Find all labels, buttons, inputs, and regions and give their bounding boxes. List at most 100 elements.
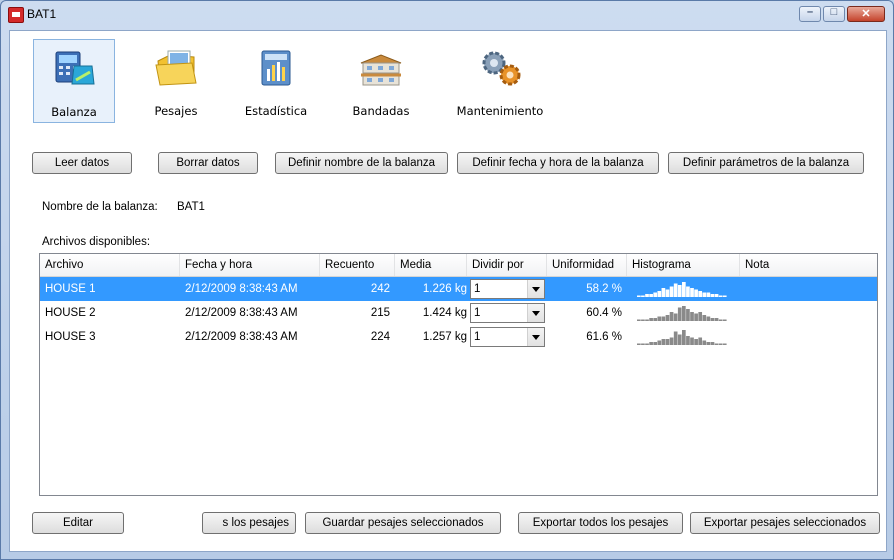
histogram-bar [682, 282, 686, 297]
column-header-histograma[interactable]: Histograma [627, 254, 740, 276]
histogram-bar [706, 316, 711, 321]
column-header-media[interactable]: Media [395, 254, 467, 276]
title-bar[interactable]: BAT1 – □ ✕ [1, 1, 893, 29]
divide-by-dropdown[interactable]: 1 [470, 303, 545, 323]
set-scale-datetime-button[interactable]: Definir fecha y hora de la balanza [457, 152, 659, 174]
histogram-bar [661, 316, 666, 321]
cell-archivo: HOUSE 3 [45, 331, 96, 343]
column-header-recuento[interactable]: Recuento [320, 254, 395, 276]
barn-icon [360, 54, 402, 86]
histogram-bar [694, 339, 698, 345]
column-header-uniformidad[interactable]: Uniformidad [547, 254, 627, 276]
histogram-bar [637, 295, 641, 297]
toolbar-label: Bandadas [352, 104, 410, 118]
files-table[interactable]: Archivo Fecha y hora Recuento Media Divi… [39, 253, 878, 496]
toolbar-bandadas[interactable]: Bandadas [340, 39, 422, 123]
histogram-bar [710, 318, 715, 321]
erase-data-button[interactable]: Borrar datos [158, 152, 258, 174]
toolbar-balanza[interactable]: Balanza [33, 39, 115, 123]
export-selected-weighings-button[interactable]: Exportar pesajes seleccionados [690, 512, 880, 534]
histogram-bar [661, 339, 666, 345]
set-scale-params-button[interactable]: Definir parámetros de la balanza [668, 152, 864, 174]
histogram-bar [649, 294, 653, 297]
export-all-weighings-button[interactable]: Exportar todos los pesajes [518, 512, 683, 534]
histogram-bar [690, 288, 694, 297]
set-scale-name-button[interactable]: Definir nombre de la balanza [275, 152, 448, 174]
histogram-bar [714, 294, 719, 297]
table-row[interactable]: HOUSE 3 2/12/2009 8:38:43 AM 224 1.257 k… [40, 325, 877, 349]
cell-recuento: 224 [370, 331, 390, 343]
divide-by-dropdown[interactable]: 1 [470, 279, 545, 299]
gears-icon [482, 51, 521, 86]
histogram-bar [641, 295, 645, 297]
histogram-bar [673, 331, 678, 345]
histogram-bar [686, 336, 690, 345]
toolbar-estadistica[interactable]: Estadística [235, 39, 317, 123]
histogram-bar [669, 337, 674, 345]
scale-name-value: BAT1 [177, 201, 205, 213]
cell-media: 1.257 kg [422, 331, 467, 343]
histogram-bar [722, 319, 727, 321]
histogram-bar [698, 337, 703, 345]
histogram-sparkline [637, 306, 727, 321]
chevron-down-icon[interactable] [527, 328, 544, 346]
histogram-bar [677, 307, 682, 321]
read-data-button[interactable]: Leer datos [32, 152, 132, 174]
column-header-nota[interactable]: Nota [740, 254, 877, 276]
column-header-archivo[interactable]: Archivo [40, 254, 180, 276]
column-header-fecha[interactable]: Fecha y hora [180, 254, 320, 276]
histogram-bar [698, 312, 703, 321]
histogram-bar [669, 312, 674, 321]
histogram-bar [637, 319, 641, 321]
cell-archivo: HOUSE 2 [45, 307, 96, 319]
cell-archivo: HOUSE 1 [45, 283, 96, 295]
cell-nota [740, 325, 877, 349]
histogram-bar [722, 343, 727, 345]
histogram-bar [710, 342, 715, 345]
histogram-bar [706, 292, 711, 297]
histogram-sparkline [637, 330, 727, 345]
histogram-bar [682, 306, 686, 321]
divide-by-dropdown[interactable]: 1 [470, 327, 545, 347]
histogram-bar [702, 340, 707, 345]
save-all-weighings-button[interactable]: s los pesajes [202, 512, 296, 534]
chevron-down-icon[interactable] [527, 280, 544, 298]
cell-uniformidad: 60.4 % [586, 307, 622, 319]
minimize-icon: – [806, 6, 814, 18]
table-row[interactable]: HOUSE 2 2/12/2009 8:38:43 AM 215 1.424 k… [40, 301, 877, 325]
maximize-button[interactable]: □ [823, 6, 845, 22]
histogram-bar [637, 343, 641, 345]
table-header: Archivo Fecha y hora Recuento Media Divi… [40, 254, 877, 277]
save-selected-weighings-button[interactable]: Guardar pesajes seleccionados [305, 512, 501, 534]
toolbar-pesajes[interactable]: Pesajes [135, 39, 217, 123]
histogram-bar [649, 342, 653, 345]
histogram-bar [682, 330, 686, 345]
histogram-bar [677, 334, 682, 345]
close-button[interactable]: ✕ [847, 6, 885, 22]
histogram-bar [645, 319, 649, 321]
histogram-bar [690, 337, 694, 345]
histogram-bar [665, 315, 670, 321]
folder-icon [155, 50, 197, 86]
cell-fecha: 2/12/2009 8:38:43 AM [185, 283, 298, 295]
cell-recuento: 242 [370, 283, 390, 295]
histogram-bar [686, 309, 690, 321]
minimize-button[interactable]: – [799, 6, 821, 22]
histogram-bar [714, 343, 719, 345]
histogram-bar [665, 339, 670, 345]
cell-nota [740, 277, 877, 301]
table-row[interactable]: HOUSE 1 2/12/2009 8:38:43 AM 242 1.226 k… [40, 277, 877, 301]
column-header-dividir[interactable]: Dividir por [467, 254, 547, 276]
scale-icon [55, 51, 95, 85]
cell-media: 1.226 kg [422, 283, 467, 295]
cell-fecha: 2/12/2009 8:38:43 AM [185, 331, 298, 343]
cell-recuento: 215 [370, 307, 390, 319]
edit-button[interactable]: Editar [32, 512, 124, 534]
app-icon [8, 7, 24, 23]
histogram-bar [677, 285, 682, 297]
toolbar-mantenimiento[interactable]: Mantenimiento [450, 39, 550, 123]
histogram-sparkline [637, 282, 727, 297]
chevron-down-icon[interactable] [527, 304, 544, 322]
histogram-bar [657, 291, 662, 297]
histogram-bar [718, 343, 723, 345]
